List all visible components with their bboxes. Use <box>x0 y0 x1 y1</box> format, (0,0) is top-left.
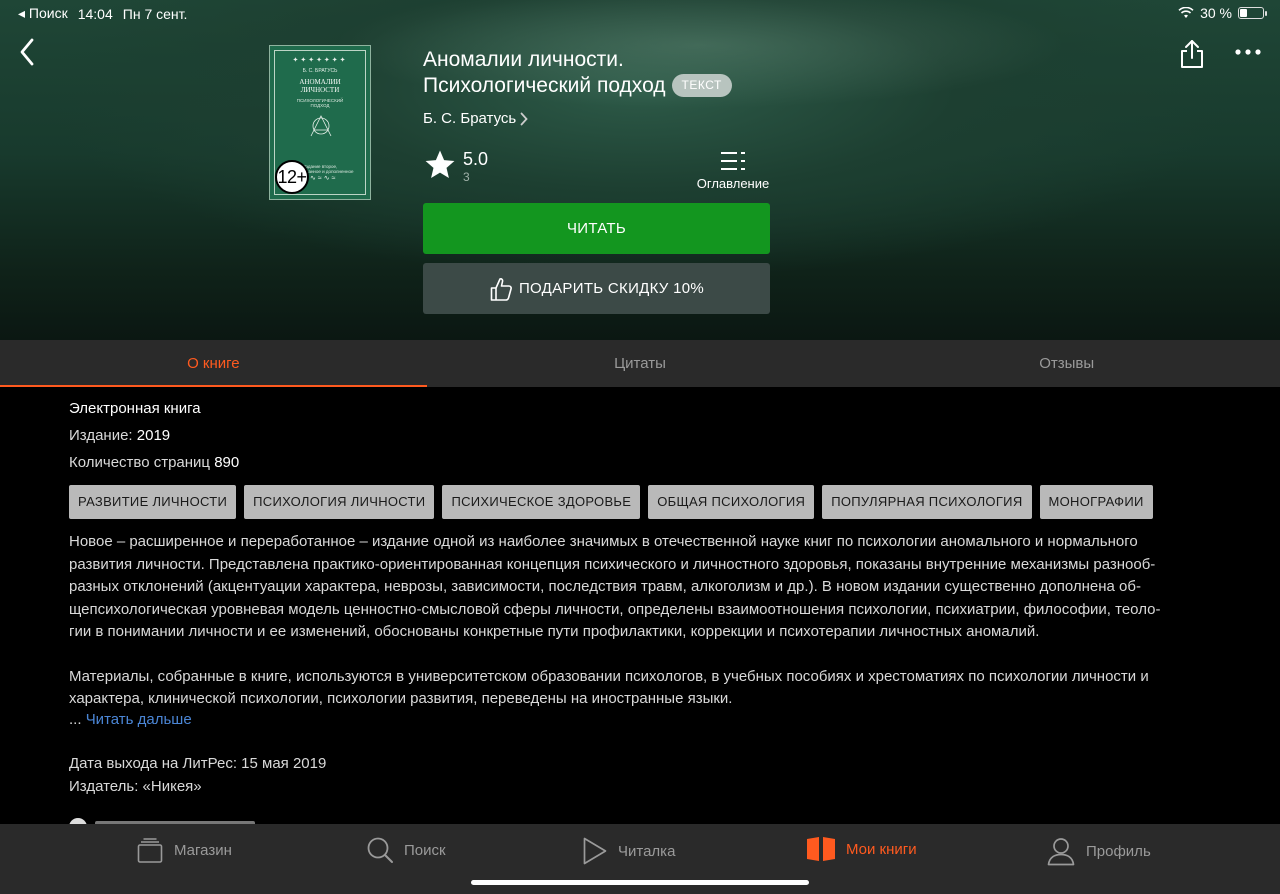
cover-subtitle: ПСИХОЛОГИЧЕСКИЙ ПОДХОД <box>296 98 344 108</box>
wifi-icon <box>1178 7 1194 18</box>
read-button[interactable]: ЧИТАТЬ <box>423 203 770 254</box>
edition-line: Издание: 2019 <box>69 427 171 444</box>
cover-stars-ornament: ✦✦✦✦✦✦✦ <box>292 57 348 64</box>
status-date: Пн 7 сент. <box>122 5 188 22</box>
genre-tag[interactable]: ПСИХОЛОГИЯ ЛИЧНОСТИ <box>244 485 435 519</box>
book-type: Электронная книга <box>69 400 201 417</box>
cover-ornament: ∿≈∿≈ <box>310 175 338 182</box>
read-more-link[interactable]: Читать дальше <box>86 711 192 728</box>
toc-label: Оглавление <box>696 176 770 191</box>
battery-percent: 30 % <box>1200 5 1232 21</box>
age-rating-badge: 12+ <box>275 160 309 194</box>
status-bar: ◂ Поиск 14:04 Пн 7 сент. 30 % <box>0 0 1280 26</box>
genre-tag[interactable]: ПСИХИЧЕСКОЕ ЗДОРОВЬЕ <box>442 485 641 519</box>
pages-line: Количество страниц 890 <box>69 454 240 471</box>
search-icon <box>367 837 393 863</box>
nav-reader[interactable]: Читалка <box>582 836 675 866</box>
book-tabs: О книге Цитаты Отзывы <box>0 340 1280 387</box>
status-time: 14:04 <box>77 5 113 22</box>
open-book-icon <box>807 837 835 861</box>
next-section-peek <box>69 817 269 824</box>
tab-reviews[interactable]: Отзывы <box>853 340 1280 387</box>
format-badge: ТЕКСТ <box>671 74 732 97</box>
book-description: Новое – расширенное и переработанное – и… <box>69 531 1209 711</box>
profile-icon <box>1047 838 1075 866</box>
edition-value: 2019 <box>136 427 171 444</box>
read-more-row: ... Читать дальше <box>69 711 192 728</box>
author-name: Б. С. Братусь <box>423 110 517 127</box>
cover-title: АНОМАЛИИ ЛИЧНОСТИ <box>299 78 341 94</box>
more-options-icon[interactable] <box>1232 40 1264 64</box>
rating-block[interactable]: 5.0 3 <box>423 148 488 184</box>
table-of-contents-button[interactable]: Оглавление <box>690 150 776 191</box>
gift-button-label: ПОДАРИТЬ СКИДКУ 10% <box>518 280 705 297</box>
home-indicator[interactable] <box>471 880 809 885</box>
nav-search[interactable]: Поиск <box>366 836 446 864</box>
rating-value: 5.0 <box>463 149 489 169</box>
tab-about[interactable]: О книге <box>0 340 427 387</box>
genre-tag[interactable]: РАЗВИТИЕ ЛИЧНОСТИ <box>69 485 237 519</box>
author-link[interactable]: Б. С. Братусь <box>423 110 528 127</box>
nav-store[interactable]: Магазин <box>136 836 232 864</box>
nav-profile[interactable]: Профиль <box>1046 836 1151 866</box>
genre-tag[interactable]: ОБЩАЯ ПСИХОЛОГИЯ <box>648 485 815 519</box>
release-info: Дата выхода на ЛитРес: 15 мая 2019 Издат… <box>69 752 326 798</box>
publisher: Издатель: «Никея» <box>69 778 202 795</box>
chevron-right-icon <box>520 112 528 125</box>
gift-discount-button[interactable]: ПОДАРИТЬ СКИДКУ 10% <box>423 263 770 314</box>
book-details: Электронная книга Издание: 2019 Количест… <box>69 395 1209 476</box>
description-paragraph-1: Новое – расширенное и переработанное – и… <box>69 533 1161 640</box>
share-icon[interactable] <box>1178 38 1206 70</box>
battery-icon <box>1238 7 1267 19</box>
play-icon <box>583 837 607 865</box>
nav-reader-label: Читалка <box>618 842 676 860</box>
description-paragraph-2: Материалы, собранные в книге, используют… <box>69 667 1149 708</box>
nav-my-books-label: Мои книги <box>846 840 917 858</box>
rating-count: 3 <box>463 170 470 184</box>
nav-my-books[interactable]: Мои книги <box>806 836 917 862</box>
genre-tag[interactable]: ПОПУЛЯРНАЯ ПСИХОЛОГИЯ <box>822 485 1032 519</box>
cover-author: Б. С. БРАТУСЬ <box>302 68 338 74</box>
ellipsis: ... <box>69 711 82 728</box>
back-chevron-icon[interactable] <box>16 36 40 68</box>
star-icon <box>425 150 455 179</box>
back-to-search-link[interactable]: ◂ Поиск <box>18 5 68 22</box>
book-title: Аномалии личности. Психологический подхо… <box>423 47 843 99</box>
toc-list-icon <box>721 152 745 170</box>
genre-tags: РАЗВИТИЕ ЛИЧНОСТИ ПСИХОЛОГИЯ ЛИЧНОСТИ ПС… <box>69 485 1153 519</box>
nav-store-label: Магазин <box>174 841 232 859</box>
nav-search-label: Поиск <box>404 841 446 859</box>
thumbs-up-icon <box>490 277 512 301</box>
store-icon <box>137 838 163 863</box>
release-date: Дата выхода на ЛитРес: 15 мая 2019 <box>69 755 327 772</box>
genre-tag[interactable]: МОНОГРАФИИ <box>1039 485 1153 519</box>
tab-quotes[interactable]: Цитаты <box>427 340 854 387</box>
nav-profile-label: Профиль <box>1086 842 1151 860</box>
cover-emblem-icon <box>310 115 332 137</box>
pages-value: 890 <box>214 454 240 471</box>
